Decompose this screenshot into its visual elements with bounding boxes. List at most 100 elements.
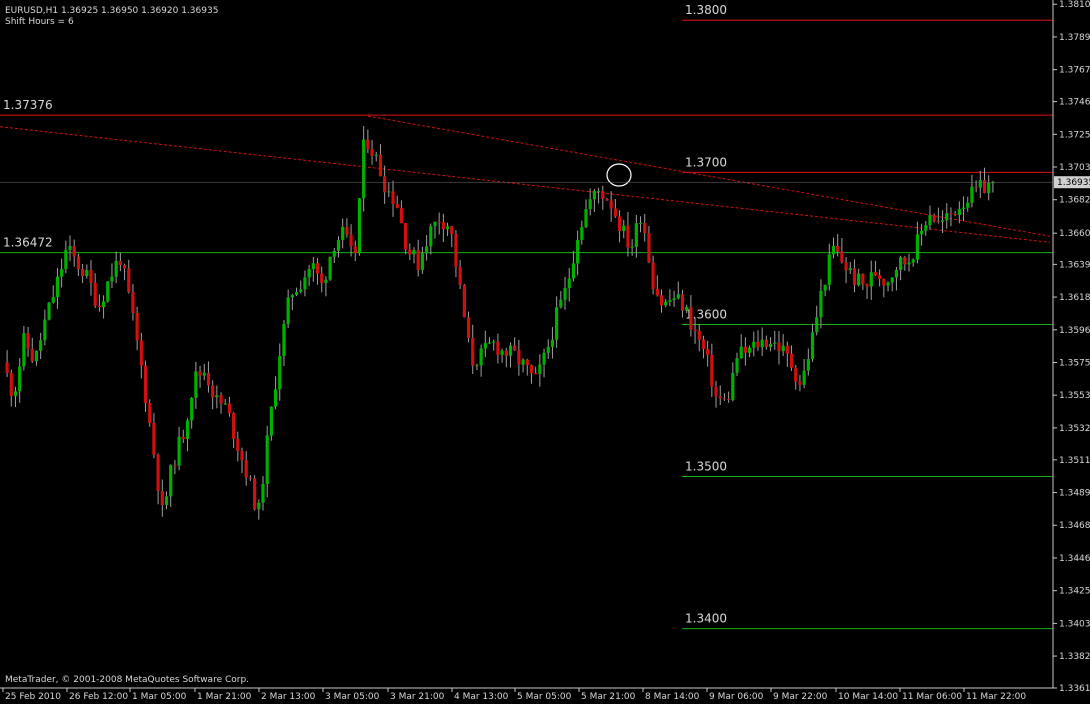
bear-candle (655, 288, 659, 296)
bull-candle (294, 291, 299, 296)
bull-candle (106, 281, 110, 302)
bear-candle (861, 273, 865, 285)
candlestick-chart[interactable]: 1.373761.38001.37001.364721.36001.35001.… (0, 0, 1090, 704)
y-tick-label: 1.36395 (1059, 260, 1090, 270)
bull-candle (508, 345, 513, 356)
bear-candle (232, 413, 236, 439)
y-tick-label: 1.36820 (1059, 196, 1090, 206)
y-tick-label: 1.38105 (1059, 0, 1090, 10)
y-tick-label: 1.37890 (1059, 33, 1090, 43)
bear-candle (198, 371, 202, 376)
x-tick-label: 26 Feb 12:00 (69, 692, 128, 702)
bear-candle (404, 223, 408, 250)
bear-candle (26, 333, 30, 349)
bear-candle (982, 179, 987, 194)
bull-candle (735, 358, 739, 373)
bear-candle (127, 268, 131, 293)
bear-candle (777, 342, 781, 352)
bear-candle (181, 436, 185, 440)
bull-candle (546, 346, 550, 353)
bear-candle (953, 214, 957, 216)
bull-candle (634, 223, 638, 247)
bear-candle (794, 367, 798, 382)
bear-candle (836, 245, 840, 252)
bull-candle (475, 365, 479, 367)
bear-candle (345, 226, 349, 235)
bear-candle (416, 249, 420, 270)
bear-candle (701, 339, 706, 349)
bear-candle (253, 478, 257, 510)
bull-candle (261, 484, 265, 503)
bull-candle (336, 240, 341, 251)
bull-candle (915, 234, 919, 260)
bull-candle (966, 202, 970, 208)
bull-candle (307, 269, 311, 278)
x-tick-label: 1 Mar 05:00 (132, 692, 187, 702)
bull-candle (819, 290, 823, 318)
bull-candle (911, 259, 915, 263)
bull-candle (424, 246, 429, 254)
y-tick-label: 1.37675 (1059, 66, 1090, 76)
bear-candle (697, 330, 701, 340)
bull-candle (823, 284, 827, 291)
x-tick-label: 3 Mar 21:00 (390, 692, 445, 702)
bull-candle (592, 191, 596, 200)
bull-candle (567, 278, 571, 289)
bull-candle (362, 139, 366, 199)
bear-candle (605, 198, 609, 201)
y-tick-label: 1.37465 (1059, 98, 1090, 108)
bear-candle (659, 295, 664, 306)
bull-candle (622, 225, 626, 232)
bull-candle (961, 207, 966, 209)
symbol-header: EURUSD,H1 1.36925 1.36950 1.36920 1.3693… (5, 6, 218, 16)
bear-candle (844, 262, 848, 271)
bear-candle (517, 350, 521, 365)
chart-window[interactable]: 1.37376 1.3800 1.3700 1.36472 1.3600 1.3500 1.… (0, 0, 1090, 704)
bull-candle (806, 359, 810, 371)
bull-candle (311, 263, 315, 270)
bear-candle (932, 215, 936, 222)
bear-candle (454, 233, 458, 267)
bull-candle (957, 208, 961, 216)
bull-candle (18, 366, 22, 392)
bull-candle (664, 301, 668, 306)
y-tick-label: 1.37035 (1059, 163, 1090, 173)
bear-candle (122, 264, 127, 269)
bull-candle (64, 249, 68, 270)
x-tick-label: 5 Mar 21:00 (581, 692, 636, 702)
bull-candle (286, 297, 290, 325)
y-tick-label: 1.35965 (1059, 326, 1090, 336)
y-tick-label: 1.36600 (1059, 229, 1090, 239)
bear-candle (206, 372, 211, 386)
x-tick-label: 10 Mar 14:00 (838, 692, 898, 702)
bull-candle (563, 288, 567, 300)
bull-candle (68, 245, 72, 250)
bear-candle (647, 233, 651, 263)
bear-candle (693, 329, 697, 331)
bear-candle (143, 365, 148, 404)
bear-candle (219, 395, 223, 404)
bear-candle (903, 257, 907, 265)
bull-candle (886, 282, 890, 286)
bull-candle (672, 298, 676, 301)
y-tick-label: 1.34680 (1059, 521, 1090, 531)
bear-candle (878, 275, 882, 279)
touch-highlight-circle (606, 163, 632, 187)
bull-candle (571, 263, 576, 279)
x-tick-label: 8 Mar 14:00 (645, 692, 700, 702)
level-label: 1.3400 (685, 612, 727, 626)
bear-candle (236, 438, 240, 451)
bear-candle (601, 190, 605, 199)
bear-candle (613, 208, 617, 217)
bull-candle (55, 276, 60, 298)
bear-candle (458, 266, 462, 285)
bull-candle (500, 350, 504, 355)
level-label: 1.36472 (3, 236, 53, 250)
bull-candle (894, 269, 899, 278)
bear-candle (936, 221, 940, 223)
bull-candle (185, 420, 190, 440)
bull-candle (194, 371, 198, 398)
bull-candle (445, 226, 450, 230)
bear-candle (756, 341, 760, 348)
bull-candle (685, 306, 689, 311)
